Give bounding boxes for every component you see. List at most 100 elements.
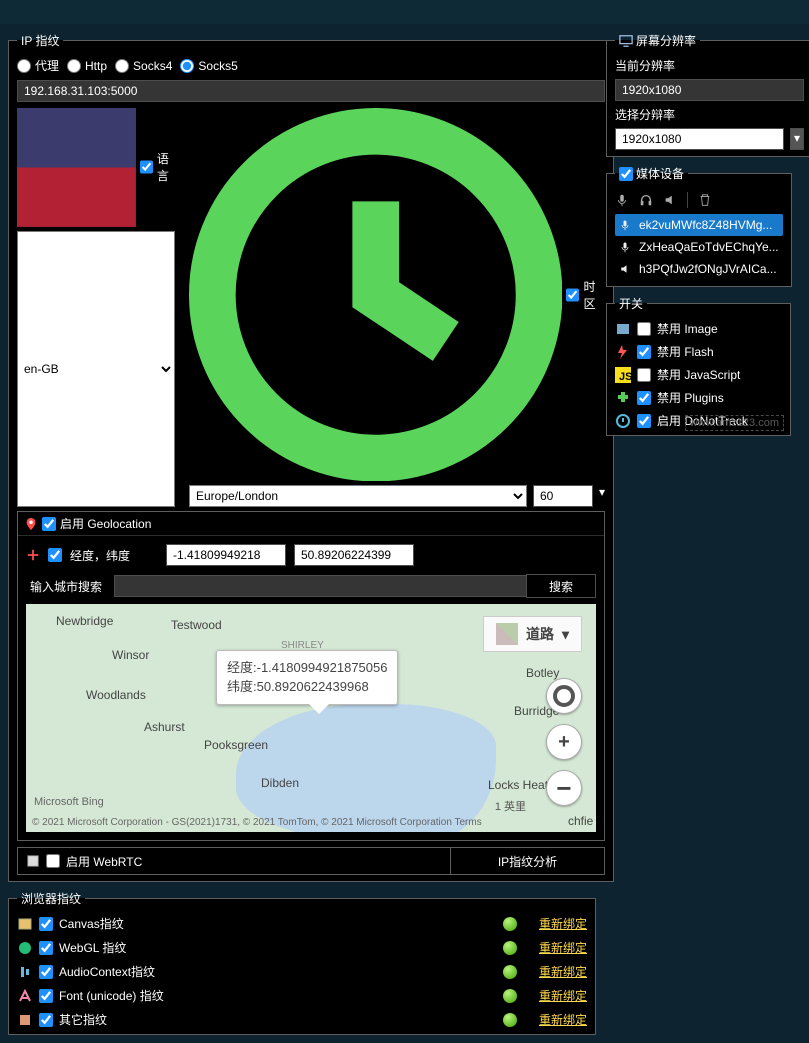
media-enable-checkbox[interactable] [619,167,633,181]
switch-row-js: JS禁用 JavaScript [615,366,782,383]
timezone-offset-input[interactable] [533,485,593,507]
proxy-radio-socks5[interactable]: Socks5 [180,59,237,73]
mic-icon[interactable] [615,193,629,207]
status-dot [503,989,517,1003]
language-label: 语言 [17,108,175,227]
current-res-input[interactable] [615,79,804,101]
lnglat-label: 经度，纬度 [70,547,158,564]
audio-icon [17,964,33,980]
headphone-icon[interactable] [639,193,653,207]
proxy-radio-socks4[interactable]: Socks4 [115,59,172,73]
switch-image-label: 禁用 Image [657,320,718,337]
fp-webgl-checkbox[interactable] [39,941,53,955]
media-devices-group: 媒体设备 ek2vuMWfc8Z48HVMg...ZxHeaQaEoTdvECh… [606,165,792,287]
fp-font-label: Font (unicode) 指纹 [59,987,497,1004]
map-credits: © 2021 Microsoft Corporation - GS(2021)1… [32,817,482,828]
speaker-icon[interactable] [663,193,677,207]
dnt-icon [615,413,631,429]
fp-audio-checkbox[interactable] [39,965,53,979]
timezone-label: 时区 [189,108,605,481]
offset-spinner[interactable]: ▾ [599,485,605,507]
page-icon [26,854,40,868]
switch-flash-label: 禁用 Flash [657,343,714,360]
rebind-link[interactable]: 重新绑定 [539,987,587,1004]
media-devices-legend: 媒体设备 [615,165,688,182]
status-dot [503,1013,517,1027]
fp-audio-label: AudioContext指纹 [59,963,497,980]
language-checkbox[interactable] [140,160,153,174]
canvas-icon [17,916,33,932]
longitude-input[interactable] [166,544,286,566]
proxy-radio-proxy[interactable]: 代理 [17,57,59,74]
media-device-row[interactable]: ZxHeaQaEoTdvEChqYe... [615,236,783,258]
switch-row-flash: 禁用 Flash [615,343,782,360]
latitude-input[interactable] [294,544,414,566]
trash-icon[interactable] [698,193,712,207]
watermark: www.amz123.com [685,415,784,431]
ip-fp-analyze-button[interactable]: IP指纹分析 [450,848,604,874]
flag-icon [17,108,136,227]
select-res-label: 选择分辩率 [615,106,804,123]
map-tooltip: 经度:-1.4180994921875056 纬度:50.89206224399… [216,650,398,704]
map-scale: 1 英里 [495,798,526,814]
target-icon [26,548,40,562]
mic-icon [619,241,631,253]
fp-canvas-checkbox[interactable] [39,917,53,931]
satellite-thumb-icon [496,623,518,645]
geolocation-panel: 启用 Geolocation 经度，纬度 输入城市搜索 搜索 [17,511,605,841]
switches-group: 开关 禁用 Image 禁用 Flash JS禁用 JavaScript 禁用 Plu… [606,295,791,436]
timezone-checkbox[interactable] [566,288,579,302]
device-name: h3PQfJw2fONgJVrAICa... [639,262,777,276]
rebind-link[interactable]: 重新绑定 [539,915,587,932]
zoom-out-button[interactable]: − [546,770,582,806]
other-icon [17,1012,33,1028]
webgl-icon [17,940,33,956]
select-res-input[interactable] [615,128,784,150]
city-search-input[interactable] [114,575,526,597]
geolocation-enable-checkbox[interactable] [42,517,56,531]
rebind-link[interactable]: 重新绑定 [539,963,587,980]
search-button[interactable]: 搜索 [526,574,596,598]
fp-row-webgl: WebGL 指纹重新绑定 [17,939,587,956]
svg-text:JS: JS [619,371,631,383]
chevron-down-icon: ▾ [562,626,569,643]
fp-font-checkbox[interactable] [39,989,53,1003]
fp-other-checkbox[interactable] [39,1013,53,1027]
webrtc-checkbox[interactable] [46,854,60,868]
rebind-link[interactable]: 重新绑定 [539,1011,587,1028]
res-dropdown[interactable]: ▾ [790,128,804,150]
browser-fingerprint-legend: 浏览器指纹 [17,890,85,907]
map-type-selector[interactable]: 道路 ▾ [483,616,582,652]
screen-resolution-group: 屏幕分辨率 当前分辨率 选择分辩率 ▾ [606,32,809,157]
ip-fingerprint-legend: IP 指纹 [17,32,63,49]
map-view[interactable]: Newbridge Testwood Winsor SHIRLEY Woodla… [26,604,596,832]
speaker-icon [619,263,631,275]
switch-plugins-label: 禁用 Plugins [657,389,724,406]
js-icon: JS [615,367,631,383]
geolocation-enable-label: 启用 Geolocation [60,515,151,532]
window-titlebar [0,0,809,24]
webrtc-row: 启用 WebRTC IP指纹分析 [17,847,605,875]
rebind-link[interactable]: 重新绑定 [539,939,587,956]
language-select[interactable]: en-GB [17,231,175,508]
switch-dnt-checkbox[interactable] [637,414,651,428]
font-icon [17,988,33,1004]
webrtc-label: 启用 WebRTC [66,853,142,870]
switch-js-checkbox[interactable] [637,368,651,382]
switch-image-checkbox[interactable] [637,322,651,336]
timezone-select[interactable]: Europe/London [189,485,527,507]
pin-icon [24,517,38,531]
fp-canvas-label: Canvas指纹 [59,915,497,932]
proxy-address-input[interactable] [17,80,605,102]
switches-legend: 开关 [615,295,647,312]
locate-button[interactable] [546,678,582,714]
lnglat-checkbox[interactable] [48,548,62,562]
zoom-in-button[interactable]: + [546,724,582,760]
media-device-row[interactable]: h3PQfJw2fONgJVrAICa... [615,258,783,280]
proxy-radio-http[interactable]: Http [67,59,107,73]
switch-plugins-checkbox[interactable] [637,391,651,405]
image-icon [615,321,631,337]
media-device-row[interactable]: ek2vuMWfc8Z48HVMg... [615,214,783,236]
geolocation-header: 启用 Geolocation [18,512,604,536]
switch-flash-checkbox[interactable] [637,345,651,359]
